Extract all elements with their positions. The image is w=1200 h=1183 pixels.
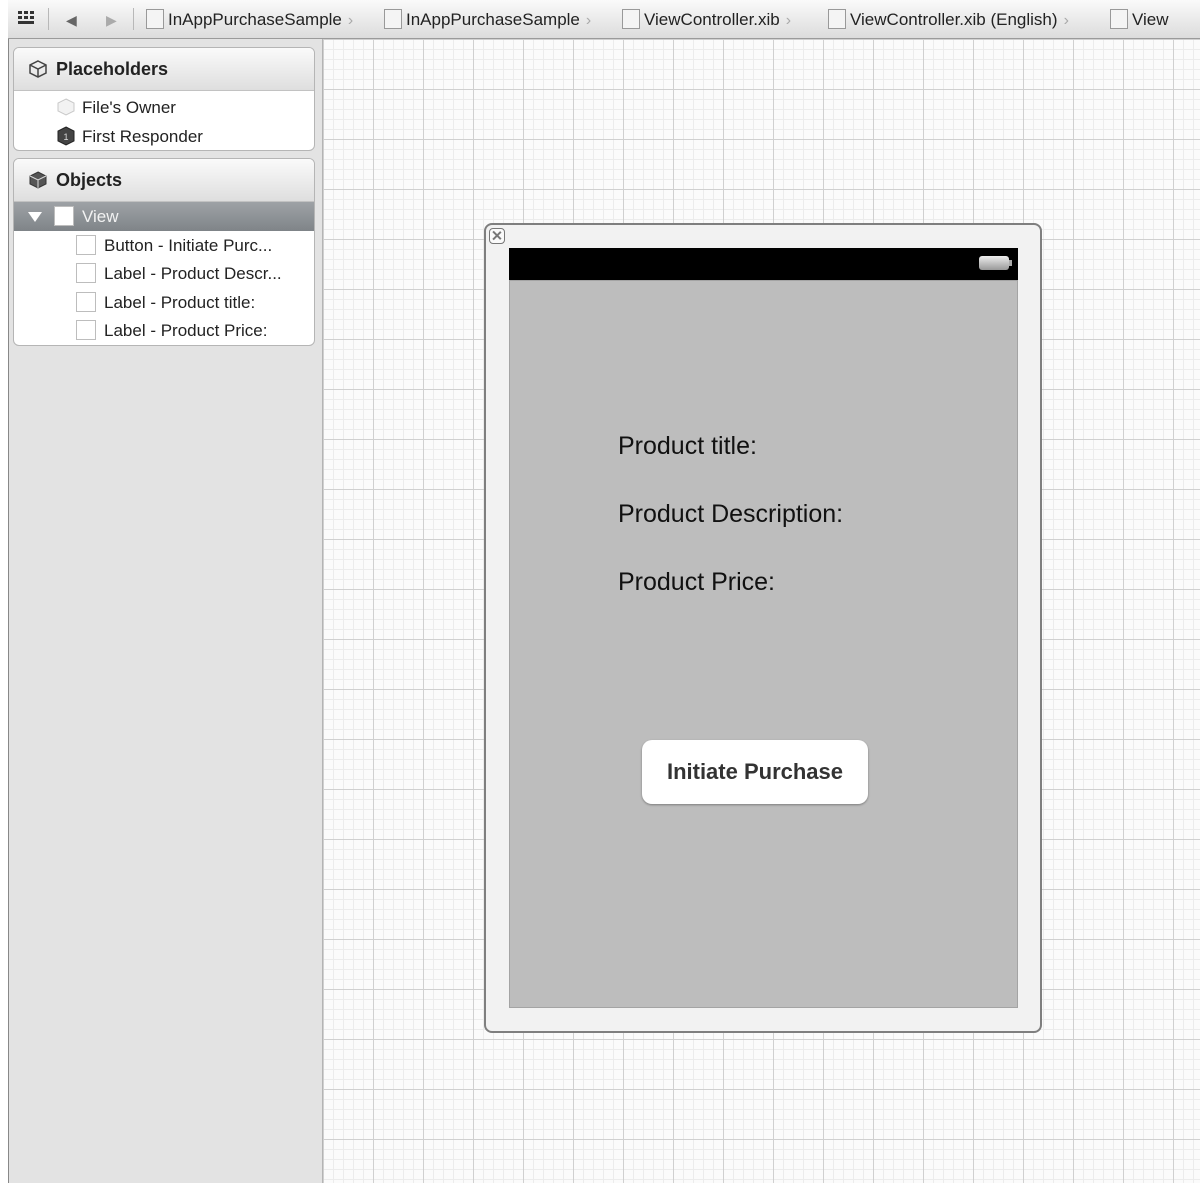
- outline-item-view[interactable]: View: [14, 202, 314, 231]
- simulated-status-bar: [509, 248, 1018, 280]
- document-outline: Placeholders File's Owner 1 First Respon…: [9, 39, 323, 1183]
- product-title-label[interactable]: Product title:: [618, 432, 757, 461]
- disclosure-triangle-icon[interactable]: [28, 212, 42, 222]
- close-icon[interactable]: [489, 228, 505, 244]
- forward-arrow-icon[interactable]: ▶: [106, 0, 117, 38]
- label-object-icon: [76, 320, 96, 340]
- back-arrow-icon[interactable]: ◀: [66, 0, 77, 38]
- files-owner-icon: [57, 98, 75, 116]
- label-object-icon: [76, 263, 96, 283]
- outline-item-label-title[interactable]: Label - Product title:: [14, 288, 314, 317]
- objects-panel: Objects View Button - Initiate Purc... L…: [13, 158, 315, 346]
- objects-cube-icon: [29, 171, 47, 189]
- outline-item-button[interactable]: Button - Initiate Purc...: [14, 231, 314, 260]
- view-content-area[interactable]: [509, 280, 1018, 1008]
- project-icon: [146, 8, 164, 29]
- product-price-label[interactable]: Product Price:: [618, 568, 775, 597]
- xib-file-icon: [828, 8, 846, 29]
- outline-item-label-price[interactable]: Label - Product Price:: [14, 316, 314, 345]
- svg-text:1: 1: [63, 132, 68, 142]
- placeholders-panel: Placeholders File's Owner 1 First Respon…: [13, 47, 315, 151]
- jump-bar: ◀ ▶ InAppPurchaseSample › InAppPurchaseSa…: [8, 0, 1200, 39]
- breadcrumb-xib[interactable]: ViewController.xib ›: [622, 0, 791, 38]
- outline-item-files-owner[interactable]: File's Owner: [14, 93, 314, 122]
- outline-item-label-description[interactable]: Label - Product Descr...: [14, 259, 314, 288]
- breadcrumb-xib-english[interactable]: ViewController.xib (English) ›: [828, 0, 1069, 38]
- breadcrumb-view[interactable]: View: [1110, 0, 1169, 38]
- cube-outline-icon: [29, 60, 47, 78]
- label-object-icon: [76, 291, 96, 312]
- breadcrumb-group[interactable]: InAppPurchaseSample ›: [384, 0, 591, 38]
- breadcrumb-project[interactable]: InAppPurchaseSample ›: [146, 0, 353, 38]
- battery-icon: [979, 256, 1012, 270]
- folder-icon: [384, 8, 402, 29]
- xib-file-icon: [622, 8, 640, 29]
- outline-item-first-responder[interactable]: 1 First Responder: [14, 122, 314, 151]
- view-icon: [1110, 8, 1128, 29]
- placeholders-header[interactable]: Placeholders: [14, 48, 314, 91]
- first-responder-icon: 1: [57, 125, 75, 146]
- objects-header[interactable]: Objects: [14, 159, 314, 202]
- related-files-grid-icon[interactable]: [18, 11, 36, 27]
- product-description-label[interactable]: Product Description:: [618, 500, 843, 529]
- button-object-icon: [76, 234, 96, 255]
- initiate-purchase-button[interactable]: Initiate Purchase: [642, 740, 868, 804]
- view-object-icon: [54, 206, 74, 226]
